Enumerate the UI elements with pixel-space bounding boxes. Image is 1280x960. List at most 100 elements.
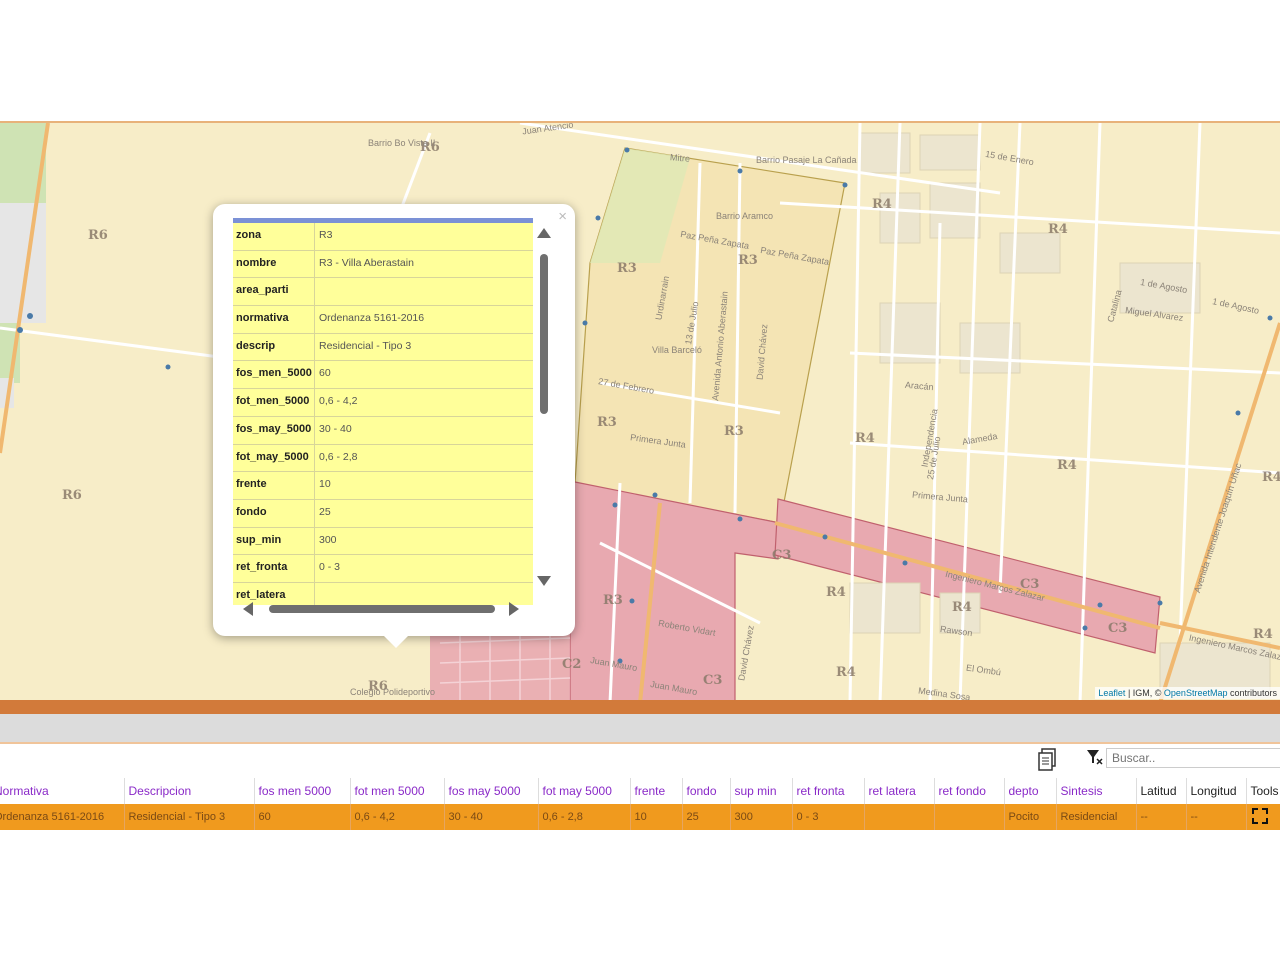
table-cell <box>934 804 1005 830</box>
street-label: Barrio Aramco <box>716 211 774 221</box>
attribute-row: descrip Residencial - Tipo 3 <box>233 333 533 362</box>
attribute-value: 30 - 40 <box>319 422 352 435</box>
column-header[interactable]: depto <box>1004 778 1057 804</box>
column-header: Tools <box>1246 778 1280 804</box>
zone-label: R4 <box>1253 627 1273 642</box>
table-cell: 0,6 - 4,2 <box>350 804 445 830</box>
column-header[interactable]: fondo <box>682 778 731 804</box>
column-header[interactable]: Normativa <box>0 778 125 804</box>
column-header[interactable]: fos may 5000 <box>444 778 539 804</box>
attribution-suffix: contributors <box>1227 688 1277 698</box>
column-header[interactable]: ret fondo <box>934 778 1005 804</box>
attribute-row: zona R3 <box>233 223 533 251</box>
search-input[interactable] <box>1106 748 1280 768</box>
column-header[interactable]: fot men 5000 <box>350 778 445 804</box>
street-label: Colegio Polideportivo <box>350 687 436 697</box>
attribution-text: | IGM, © <box>1125 688 1164 698</box>
attribute-value: Residencial - Tipo 3 <box>319 339 412 352</box>
attribute-key: nombre <box>233 250 315 278</box>
scroll-up-icon <box>537 228 551 238</box>
street-label: Villa Barceló <box>652 345 702 355</box>
attribute-value <box>315 278 533 305</box>
zone-label: C3 <box>703 673 723 688</box>
attribute-row: fos_men_5000 60 <box>233 361 533 390</box>
column-header[interactable]: sup min <box>730 778 793 804</box>
zone-label: R3 <box>597 415 617 430</box>
leaflet-link[interactable]: Leaflet <box>1098 688 1125 698</box>
table-cell: 0 - 3 <box>792 804 865 830</box>
table-cell: -- <box>1186 804 1247 830</box>
zone-label: R3 <box>738 253 758 268</box>
scroll-thumb <box>540 254 548 414</box>
attribute-row: normativa Ordenanza 5161-2016 <box>233 306 533 334</box>
panel-divider[interactable] <box>0 700 1280 714</box>
horizontal-scrollbar[interactable] <box>241 600 527 618</box>
attribute-key: zona <box>233 223 315 250</box>
export-document-icon[interactable] <box>1038 748 1058 772</box>
attribute-table: zona R3 nombre R3 - Villa Aberastain area_… <box>233 218 533 605</box>
attribute-row: area_parti <box>233 278 533 307</box>
attribute-value: 300 <box>319 533 337 546</box>
map-view[interactable]: R6 R6 R6 R6 R4 R4 R3 R3 R3 R3 R3 R4 R4 R… <box>0 121 1280 701</box>
street-label: Barrio Bo Vista II <box>368 138 436 148</box>
street-label: Barrio Pasaje La Cañada <box>756 155 857 165</box>
column-header[interactable]: fos men 5000 <box>254 778 351 804</box>
attribute-value: R3 <box>319 229 333 241</box>
zone-label: C3 <box>772 548 792 563</box>
zone-label: R4 <box>1048 222 1068 237</box>
grid-tools <box>0 744 1280 778</box>
table-cell: 300 <box>730 804 793 830</box>
table-cell <box>864 804 935 830</box>
attribute-row: fondo 25 <box>233 499 533 528</box>
vertical-scrollbar[interactable] <box>535 226 553 586</box>
attribute-key: normativa <box>233 306 315 333</box>
column-header[interactable]: Sintesis <box>1056 778 1137 804</box>
zone-label: R3 <box>617 261 637 276</box>
column-header[interactable]: Latitud <box>1136 778 1187 804</box>
column-header[interactable]: ret latera <box>864 778 935 804</box>
attribute-value: 25 <box>319 505 331 518</box>
column-header[interactable]: Descripcion <box>124 778 255 804</box>
attribute-value: 0 - 3 <box>319 561 341 574</box>
popup-tip <box>384 636 408 648</box>
scroll-thumb-h <box>269 605 495 613</box>
zone-label: R3 <box>603 593 623 608</box>
scroll-left-icon <box>243 602 253 616</box>
attribute-row: nombre R3 - Villa Aberastain <box>233 250 533 279</box>
table-cell: Pocito <box>1004 804 1057 830</box>
osm-link[interactable]: OpenStreetMap <box>1164 688 1228 698</box>
results-grid: Normativa Descripcion fos men 5000 fot m… <box>0 778 1280 830</box>
attribute-key: fos_may_5000 <box>233 416 315 444</box>
close-icon[interactable]: × <box>558 208 567 225</box>
map-tiles <box>0 123 1280 701</box>
attribute-key: frente <box>233 472 315 499</box>
table-cell: 10 <box>630 804 683 830</box>
attribute-key: fondo <box>233 499 315 527</box>
table-cell: Ordenanza 5161-2016 <box>0 804 125 830</box>
attribute-key: area_parti <box>233 278 315 306</box>
tools-cell <box>1246 804 1280 830</box>
column-header[interactable]: frente <box>630 778 683 804</box>
attribute-value: 0,6 - 2,8 <box>319 450 358 463</box>
column-header[interactable]: Longitud <box>1186 778 1247 804</box>
attribute-row: fot_may_5000 0,6 - 2,8 <box>233 444 533 473</box>
map-attribution: Leaflet | IGM, © OpenStreetMap contribut… <box>1095 687 1280 699</box>
attribute-value: 60 <box>319 367 331 380</box>
attribute-key: fot_men_5000 <box>233 389 315 416</box>
table-row[interactable]: Ordenanza 5161-2016 Residencial - Tipo 3… <box>0 804 1280 830</box>
column-header[interactable]: ret fronta <box>792 778 865 804</box>
attribute-key: descrip <box>233 333 315 361</box>
zoom-to-feature-icon[interactable] <box>1251 807 1269 825</box>
zone-label: R6 <box>62 488 82 503</box>
table-cell: 60 <box>254 804 351 830</box>
attribute-key: fot_may_5000 <box>233 444 315 472</box>
column-header[interactable]: fot may 5000 <box>538 778 631 804</box>
attribute-row: fos_may_5000 30 - 40 <box>233 416 533 445</box>
attribute-row: frente 10 <box>233 472 533 500</box>
scroll-down-icon <box>537 576 551 586</box>
filter-clear-icon[interactable] <box>1086 748 1104 766</box>
attribute-value: 0,6 - 4,2 <box>319 395 358 408</box>
zone-label: R4 <box>1262 470 1280 485</box>
zone-label: R4 <box>855 431 875 446</box>
zone-label: C3 <box>1108 621 1128 636</box>
